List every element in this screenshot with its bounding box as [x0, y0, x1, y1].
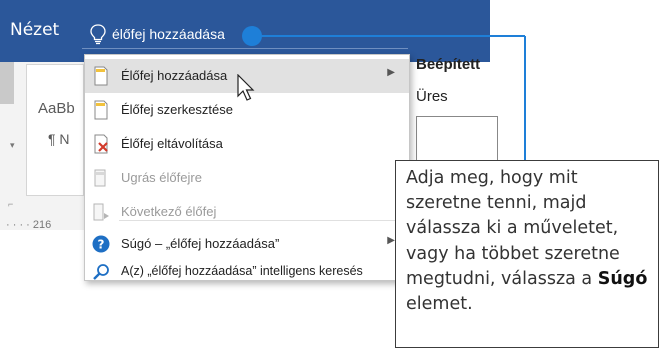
callout-text: Adja meg, hogy mit szeretne tenni, majd … — [406, 166, 654, 317]
help-callout: Adja meg, hogy mit szeretne tenni, majd … — [395, 160, 659, 348]
callout-text-after: elemet. — [406, 294, 473, 315]
callout-text-before: Adja meg, hogy mit szeretne tenni, majd … — [406, 168, 620, 289]
callout-bold-word: Súgó — [597, 268, 648, 289]
